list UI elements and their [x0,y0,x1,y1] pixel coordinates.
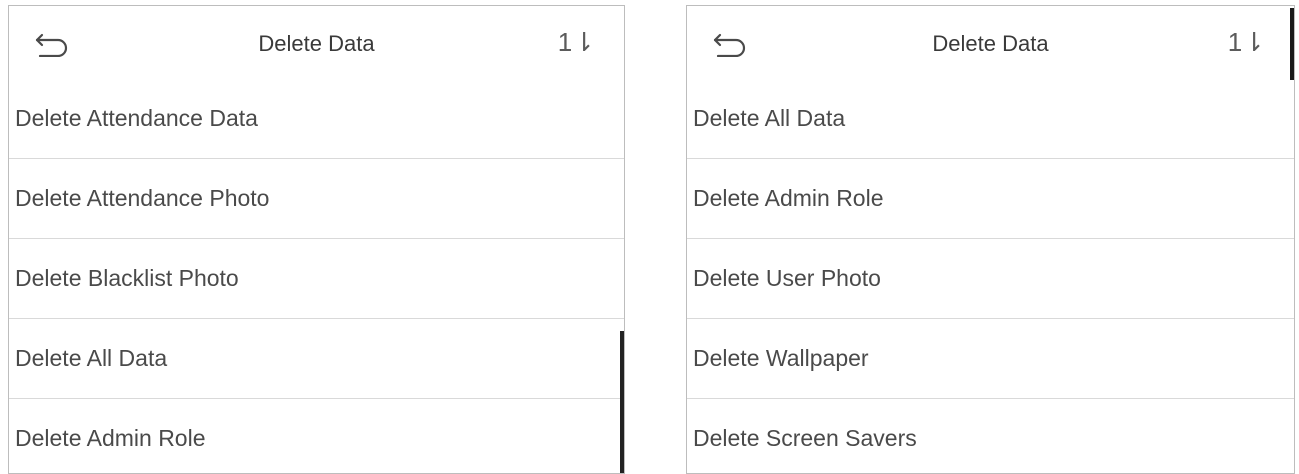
right-screen: Delete Data 1⇂ Delete All Data Delete Ad… [686,5,1295,474]
list-item[interactable]: Delete User Photo [687,238,1294,318]
scrollbar[interactable] [620,331,624,473]
list-item[interactable]: Delete Admin Role [687,158,1294,238]
header: Delete Data 1⇂ [9,6,624,78]
menu-list: Delete All Data Delete Admin Role Delete… [687,78,1294,473]
list-item[interactable]: Delete Attendance Data [9,78,624,158]
list-item[interactable]: Delete All Data [687,78,1294,158]
page-title: Delete Data [932,31,1049,56]
sort-icon[interactable]: 1⇂ [1228,26,1266,58]
menu-list: Delete Attendance Data Delete Attendance… [9,78,624,473]
left-screen: Delete Data 1⇂ Delete Attendance Data De… [8,5,625,474]
header: Delete Data 1⇂ [687,6,1294,78]
sort-icon[interactable]: 1⇂ [558,26,596,58]
list-item[interactable]: Delete Wallpaper [687,318,1294,398]
list-item[interactable]: Delete All Data [9,318,624,398]
list-item[interactable]: Delete Screen Savers [687,398,1294,473]
list-item[interactable]: Delete Blacklist Photo [9,238,624,318]
list-item[interactable]: Delete Admin Role [9,398,624,473]
page-title: Delete Data [258,31,375,56]
list-item[interactable]: Delete Attendance Photo [9,158,624,238]
scrollbar[interactable] [1290,8,1294,80]
